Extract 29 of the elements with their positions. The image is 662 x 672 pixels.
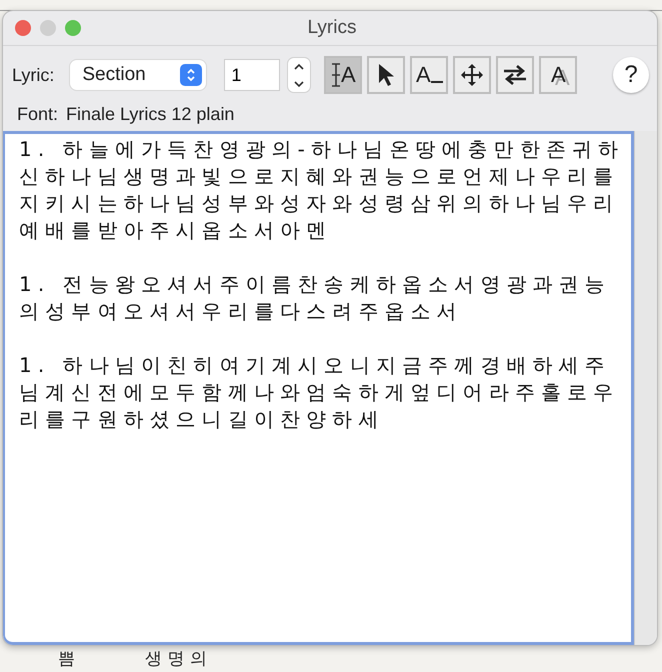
font-name: Finale Lyrics 12 plain bbox=[66, 104, 234, 125]
swap-tool-button[interactable] bbox=[496, 56, 534, 94]
lyric-type-dropdown[interactable]: Section bbox=[70, 60, 206, 90]
lyric-verse: 1. 전능왕오셔서주이름찬송케하옵소서영광과권능의성부여오셔서우리를다스려주옵소서 bbox=[19, 271, 612, 325]
pointer-arrow-icon bbox=[377, 63, 396, 87]
swap-arrows-icon bbox=[502, 64, 528, 86]
score-lyric: 쁨 bbox=[58, 648, 75, 670]
close-button[interactable] bbox=[15, 20, 31, 36]
text-cursor-tool-button[interactable]: A bbox=[324, 56, 362, 94]
lyric-verse: 1. 하나님이친히여기계시오니지금주께경배하세주님계신전에모두함께나와엄숙하게엎디어라주홀로우리를구원하셨으니길이찬양하세 bbox=[19, 352, 620, 433]
chevron-down-icon bbox=[293, 80, 306, 88]
font-label: Font: bbox=[17, 104, 58, 125]
dropdown-arrows-icon bbox=[180, 64, 202, 86]
help-button[interactable]: ? bbox=[613, 57, 649, 93]
number-field[interactable]: 1 bbox=[224, 59, 280, 91]
lyrics-text-area[interactable]: 1. 하늘에가득찬영광의-하나님온땅에충만한존귀하신하나님생명과빛으로지혜와권능으로언제나우리를지키시는하나님성부와성자와성령삼위의하나님우리예배를받아주시옵소서아멘 1. 전능왕오셔서주이름찬송케하옵소서영광과권능의성부여오셔서우리를다스려주옵소서 1. 하나님이친히여기계시오니지금주께경배하세주님계신전에모두함께나와엄숙하게엎디어라주홀로우리를구원하셨으니길이찬양하세 bbox=[3, 131, 634, 645]
window-title: Lyrics bbox=[308, 17, 358, 39]
score-lyric: 생 명 의 bbox=[145, 648, 207, 670]
shadow-tool-button[interactable]: A bbox=[539, 56, 578, 94]
move-tool-button[interactable] bbox=[453, 56, 492, 94]
text-cursor-icon bbox=[331, 62, 341, 88]
underline-icon bbox=[430, 81, 443, 83]
baseline-tool-button[interactable]: A bbox=[410, 56, 448, 94]
move-arrows-icon bbox=[460, 63, 484, 87]
chevron-up-icon bbox=[293, 62, 306, 70]
stepper[interactable] bbox=[288, 58, 310, 92]
lyric-label: Lyric: bbox=[12, 64, 54, 86]
lyric-verse: 1. 하늘에가득찬영광의-하나님온땅에충만한존귀하신하나님생명과빛으로지혜와권능으로언제나우리를지키시는하나님성부와성자와성령삼위의하나님우리예배를받아주시옵소서아멘 bbox=[19, 136, 626, 244]
arrow-tool-button[interactable] bbox=[367, 56, 406, 94]
